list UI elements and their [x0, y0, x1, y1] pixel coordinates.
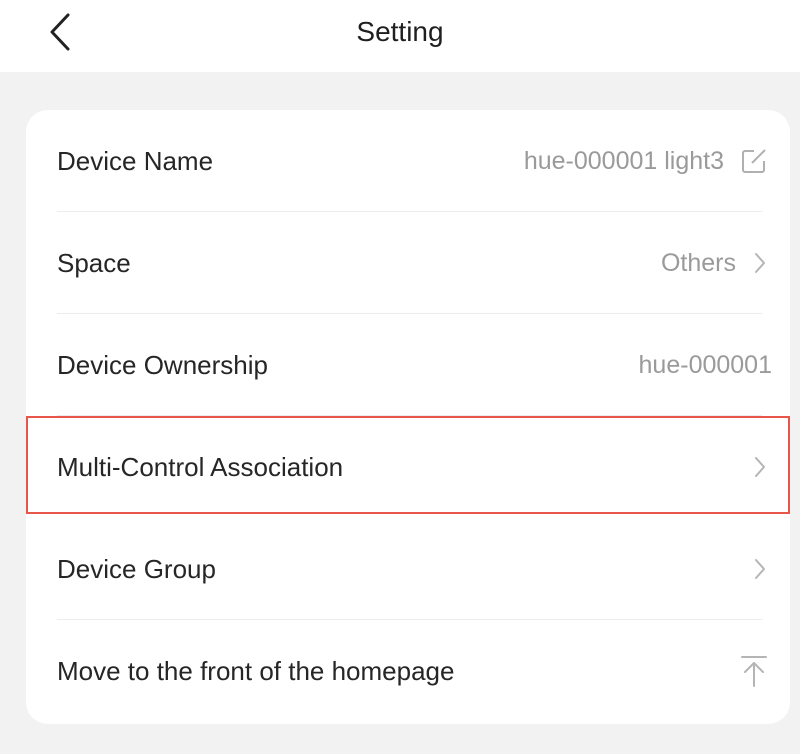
chevron-right-icon	[752, 250, 768, 276]
space-label: Space	[57, 247, 131, 278]
device-name-row[interactable]: Device Name hue-000001 light3	[26, 110, 790, 212]
edit-icon[interactable]	[740, 147, 768, 175]
device-ownership-row: Device Ownership hue-000001	[26, 314, 790, 416]
move-to-front-label: Move to the front of the homepage	[57, 655, 455, 686]
device-group-row[interactable]: Device Group	[26, 518, 790, 620]
device-ownership-value: hue-000001	[638, 350, 772, 379]
multi-control-association-label: Multi-Control Association	[57, 451, 344, 482]
device-name-label: Device Name	[57, 145, 214, 176]
move-to-top-icon[interactable]	[740, 654, 768, 688]
settings-card: Device Name hue-000001 light3 Space Othe…	[26, 110, 790, 724]
header-bar: Setting	[0, 0, 800, 72]
device-ownership-label: Device Ownership	[57, 349, 268, 380]
device-name-value: hue-000001 light3	[523, 146, 724, 175]
multi-control-association-row[interactable]: Multi-Control Association	[26, 416, 790, 518]
space-row[interactable]: Space Others	[26, 212, 790, 314]
device-group-label: Device Group	[57, 553, 216, 584]
page-title: Setting	[356, 16, 444, 47]
chevron-right-icon	[752, 556, 768, 582]
chevron-right-icon	[752, 454, 768, 480]
space-value: Others	[660, 248, 736, 277]
move-to-front-row[interactable]: Move to the front of the homepage	[26, 620, 790, 722]
